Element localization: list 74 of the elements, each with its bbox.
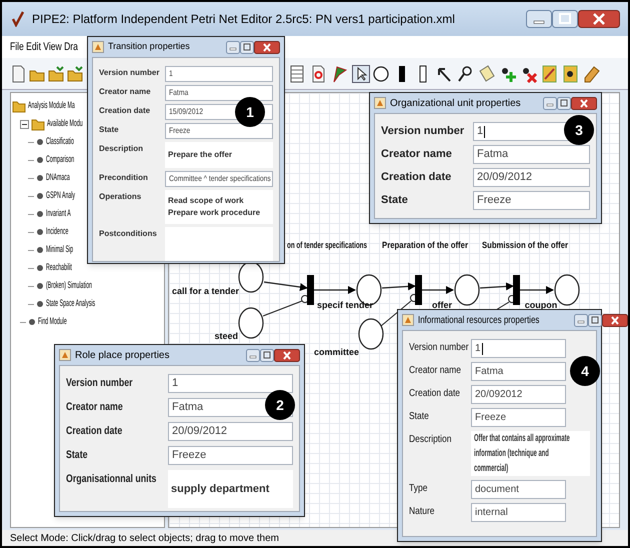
text-field[interactable]: Fatma	[471, 362, 566, 381]
text-field[interactable]: document	[471, 480, 566, 499]
tree-item[interactable]: Find Module	[38, 314, 67, 330]
menu-item[interactable]: File	[10, 38, 24, 56]
text-area[interactable]: Prepare the offer	[165, 142, 273, 168]
text-field[interactable]: internal	[471, 503, 566, 522]
text-field[interactable]: 20/09/2012	[168, 422, 293, 441]
text-field[interactable]: 1	[471, 339, 566, 358]
field-label: Type	[409, 482, 428, 495]
place-label: steed	[214, 331, 238, 341]
field-label: Description	[99, 143, 144, 154]
field-label: Creator name	[66, 400, 123, 414]
field-label: Creator name	[409, 364, 461, 377]
field-label: State	[99, 124, 119, 136]
text-field[interactable]: Freeze	[471, 408, 566, 427]
place-label: call for a tender	[172, 286, 239, 296]
tree-item[interactable]: Reachabilit	[46, 260, 72, 276]
text-field[interactable]: Committee ^ tender specifications	[165, 171, 273, 187]
field-label: Version number	[99, 67, 160, 78]
tree-item[interactable]: Invariant A	[46, 206, 71, 222]
field-label: Creator name	[99, 86, 151, 98]
tree-item[interactable]: Analysis Module Ma	[28, 98, 75, 114]
field-label: Description	[409, 433, 452, 446]
tree-item[interactable]: Comparison	[46, 152, 74, 168]
field-label: Nature	[409, 505, 435, 518]
field-label: State	[66, 448, 88, 462]
tree-item[interactable]: Available Modu	[47, 116, 83, 132]
menu-item[interactable]: Dra	[64, 38, 78, 56]
tree-item[interactable]: Minimal Sip	[46, 242, 73, 258]
field-label: Postconditions	[99, 228, 157, 240]
text-area[interactable]: supply department	[168, 470, 293, 508]
field-label: Creation date	[409, 387, 460, 400]
net-heading: Submission of the offer	[482, 240, 583, 250]
text-field[interactable]: Fatma	[165, 85, 273, 101]
tree-item[interactable]: (Broken) Simulation	[46, 278, 92, 294]
net-heading: Preparation of the offer	[382, 240, 482, 250]
tree-item[interactable]: DNAmaca	[46, 170, 70, 186]
text-field[interactable]: Freeze	[473, 191, 590, 210]
field-label: State	[409, 410, 429, 423]
place-label: committee	[314, 347, 359, 357]
field-label: Version number	[66, 376, 133, 390]
text-area[interactable]: Offer that contains all approximate information (technique and commercial)	[471, 431, 590, 476]
field-label: Creator name	[381, 147, 452, 162]
field-label: Creation date	[66, 424, 122, 438]
text-area[interactable]: Read scope of work Prepare work procedure	[165, 190, 273, 224]
menu-item[interactable]: View	[43, 38, 62, 56]
field-label: State	[381, 193, 408, 208]
field-label: Operations	[99, 191, 142, 202]
tree-item[interactable]: State Space Analysis	[46, 296, 96, 312]
window-title: PIPE2: Platform Independent Petri Net Editor 2.5rc5: PN vers1 participation.xml	[32, 11, 455, 28]
field-label: Precondition	[99, 172, 148, 184]
dialog-title: Transition properties	[108, 40, 190, 54]
dialog-title: Organizational unit properties	[390, 96, 521, 110]
text-field[interactable]: 20/09/2012	[473, 168, 590, 187]
tree-item[interactable]: Incidence	[46, 224, 68, 240]
field-label: Creation date	[99, 105, 150, 116]
field-label: Version number	[409, 341, 469, 354]
dialog-title: Informational resources properties	[418, 314, 540, 328]
field-label: Creation date	[381, 170, 452, 184]
tree-item[interactable]: Classificatio	[46, 134, 74, 150]
text-field[interactable]: 20/092012	[471, 385, 566, 404]
tree-item[interactable]: GSPN Analy	[46, 188, 76, 204]
text-field[interactable]: 1	[165, 66, 273, 82]
text-field[interactable]: Freeze	[165, 123, 273, 139]
menu-item[interactable]: Edit	[26, 38, 41, 56]
text-field[interactable]: Freeze	[168, 446, 293, 465]
transition-label: specif tender	[317, 300, 374, 310]
dialog-title: Role place properties	[75, 348, 170, 362]
text-field[interactable]: 1	[168, 374, 293, 393]
text-field[interactable]: Fatma	[473, 145, 590, 164]
field-label: Version number	[381, 124, 464, 138]
transition-label: coupon	[524, 300, 558, 310]
transition-label: offer	[432, 300, 452, 310]
field-label: Organisationnal units	[66, 472, 156, 486]
